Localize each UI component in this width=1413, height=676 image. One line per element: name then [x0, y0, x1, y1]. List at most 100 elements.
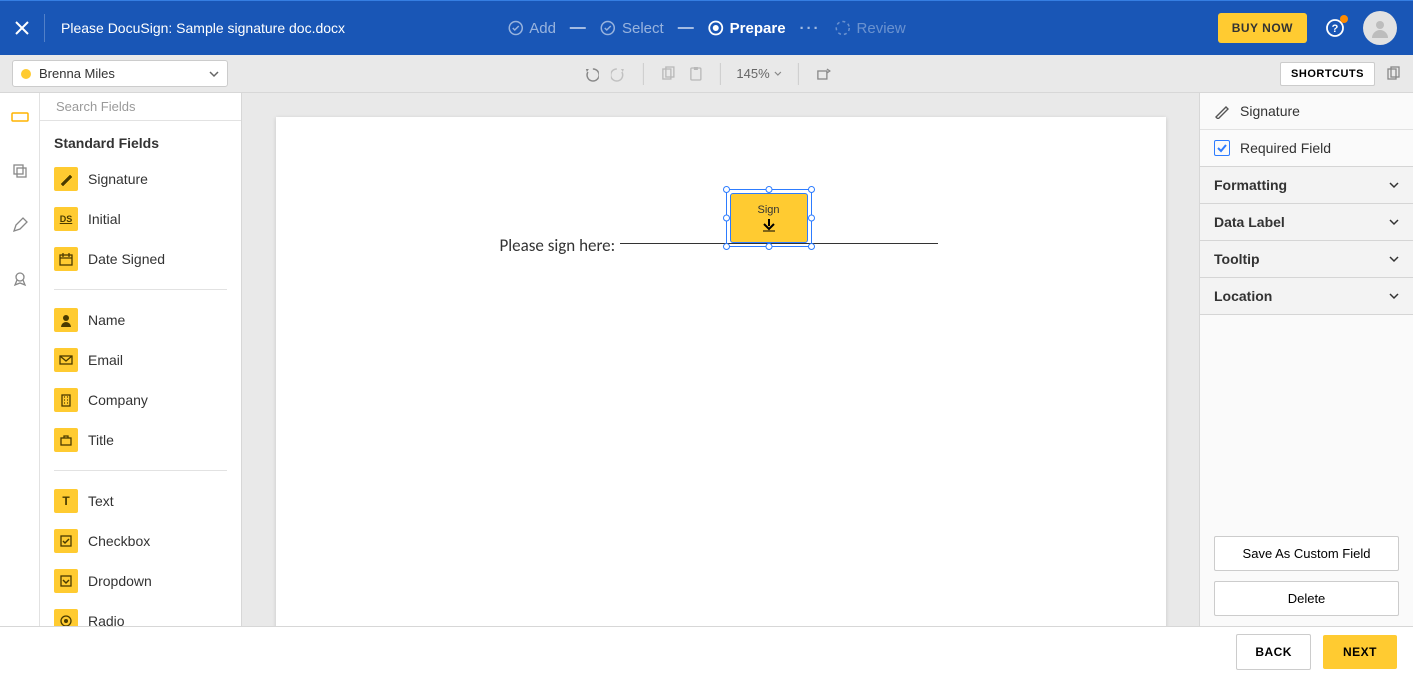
field-initial[interactable]: DS Initial [54, 199, 227, 239]
required-field-label: Required Field [1240, 140, 1331, 156]
field-company[interactable]: Company [54, 380, 227, 420]
step-separator [570, 27, 586, 29]
step-separator [678, 27, 694, 29]
document-canvas[interactable]: Please sign here: Sign [242, 93, 1199, 626]
rail-stamps[interactable] [0, 259, 40, 299]
briefcase-icon [59, 433, 73, 447]
resize-handle-bc[interactable] [765, 243, 772, 250]
user-icon [1370, 18, 1390, 38]
chevron-down-icon [1389, 180, 1399, 190]
accordion-tooltip[interactable]: Tooltip [1200, 240, 1413, 278]
rail-custom-fields[interactable] [0, 151, 40, 191]
delete-field-button[interactable]: Delete [1214, 581, 1399, 616]
fields-section-title: Standard Fields [40, 121, 241, 159]
chevron-down-icon [774, 70, 782, 78]
person-icon [59, 313, 73, 327]
resize-handle-tl[interactable] [723, 186, 730, 193]
resize-handle-tc[interactable] [765, 186, 772, 193]
document-page[interactable]: Please sign here: Sign [276, 117, 1166, 626]
resize-handle-bl[interactable] [723, 243, 730, 250]
redo-icon [610, 66, 626, 82]
radio-icon [59, 614, 73, 626]
step-prepare[interactable]: Prepare [708, 20, 786, 37]
step-dots: ··· [800, 20, 821, 37]
resize-handle-ml[interactable] [723, 215, 730, 222]
resize-handle-tr[interactable] [808, 186, 815, 193]
ribbon-icon [12, 271, 28, 287]
notification-dot [1340, 15, 1348, 23]
paste-button[interactable] [687, 66, 703, 82]
accordion-formatting[interactable]: Formatting [1200, 166, 1413, 204]
recipient-dropdown[interactable]: Brenna Miles [12, 60, 228, 87]
field-icon [11, 110, 29, 124]
field-radio[interactable]: Radio [54, 601, 227, 626]
user-avatar[interactable] [1363, 11, 1397, 45]
signature-icon [59, 172, 73, 186]
accordion-location[interactable]: Location [1200, 277, 1413, 315]
chevron-down-icon [209, 69, 219, 79]
next-button[interactable]: NEXT [1323, 635, 1397, 669]
rotate-icon [815, 66, 831, 82]
signature-icon [1214, 103, 1230, 119]
document-text: Please sign here: [500, 235, 616, 256]
step-select[interactable]: Select [600, 20, 664, 37]
step-review: Review [835, 20, 906, 37]
checkbox-icon [59, 534, 73, 548]
search-input[interactable] [56, 99, 232, 114]
chevron-down-icon [1389, 254, 1399, 264]
redo-button[interactable] [610, 66, 626, 82]
text-icon: T [62, 494, 69, 508]
initial-icon: DS [60, 214, 73, 224]
radio-active-icon [708, 20, 724, 36]
buy-now-button[interactable]: BUY NOW [1218, 13, 1307, 43]
field-text[interactable]: T Text [54, 481, 227, 521]
undo-icon [582, 66, 598, 82]
svg-text:?: ? [1332, 23, 1339, 35]
pencil-icon [12, 217, 28, 233]
undo-button[interactable] [582, 66, 598, 82]
check-circle-icon [507, 20, 523, 36]
chevron-down-icon [1389, 291, 1399, 301]
circle-dashed-icon [835, 20, 851, 36]
save-as-custom-field-button[interactable]: Save As Custom Field [1214, 536, 1399, 571]
chevron-down-icon [1389, 217, 1399, 227]
close-button[interactable] [0, 1, 44, 56]
back-button[interactable]: BACK [1236, 634, 1311, 670]
rotate-button[interactable] [815, 66, 831, 82]
step-add[interactable]: Add [507, 20, 556, 37]
field-date-signed[interactable]: Date Signed [54, 239, 227, 279]
resize-handle-br[interactable] [808, 243, 815, 250]
zoom-dropdown[interactable]: 145% [736, 66, 781, 81]
field-dropdown[interactable]: Dropdown [54, 561, 227, 601]
check-icon [1216, 142, 1228, 154]
accordion-data-label[interactable]: Data Label [1200, 203, 1413, 241]
check-circle-icon [600, 20, 616, 36]
required-field-checkbox[interactable] [1214, 140, 1230, 156]
field-email[interactable]: Email [54, 340, 227, 380]
field-checkbox[interactable]: Checkbox [54, 521, 227, 561]
document-title: Please DocuSign: Sample signature doc.do… [44, 14, 345, 42]
pages-panel-button[interactable] [1385, 66, 1401, 82]
dropdown-icon [59, 574, 73, 588]
building-icon [59, 393, 73, 407]
selected-field-header: Signature [1200, 93, 1413, 130]
placed-signature-field[interactable]: Sign [730, 193, 808, 243]
shortcuts-button[interactable]: SHORTCUTS [1280, 62, 1375, 86]
paste-icon [687, 66, 703, 82]
copy-button[interactable] [659, 66, 675, 82]
rail-standard-fields[interactable] [0, 97, 40, 137]
rail-edit[interactable] [0, 205, 40, 245]
field-title[interactable]: Title [54, 420, 227, 460]
copy-icon [659, 66, 675, 82]
arrow-down-icon [760, 218, 778, 232]
help-button[interactable]: ? [1325, 18, 1345, 38]
field-name[interactable]: Name [54, 300, 227, 340]
layers-icon [12, 163, 28, 179]
resize-handle-mr[interactable] [808, 215, 815, 222]
field-signature[interactable]: Signature [54, 159, 227, 199]
recipient-name: Brenna Miles [39, 66, 115, 81]
email-icon [59, 353, 73, 367]
recipient-color-dot [21, 69, 31, 79]
pages-icon [1385, 66, 1401, 82]
calendar-icon [59, 252, 73, 266]
